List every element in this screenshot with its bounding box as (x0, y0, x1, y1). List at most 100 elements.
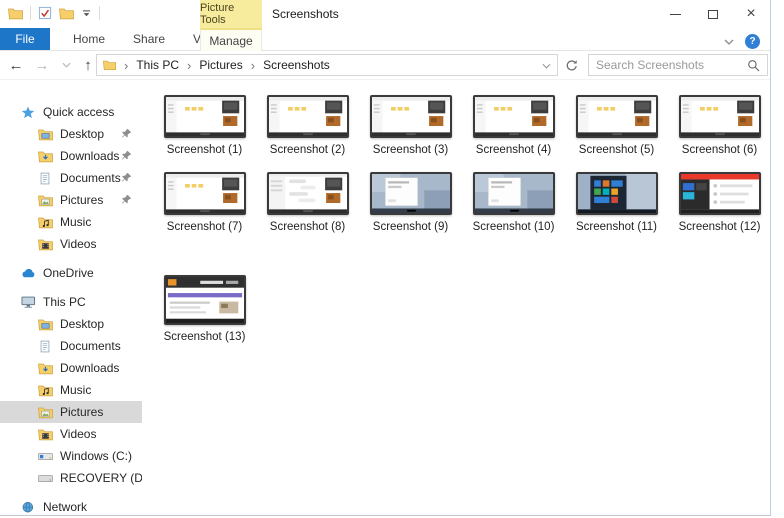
sidebar-section-onedrive[interactable]: OneDrive (0, 262, 142, 284)
sidebar-item-downloads[interactable]: Downloads (0, 357, 142, 379)
recent-locations-chevron-icon[interactable] (54, 52, 78, 78)
back-button[interactable]: ← (4, 52, 28, 78)
toolbar-separator (30, 6, 31, 20)
file-item-screenshot-3-[interactable]: Screenshot (3) (359, 95, 462, 156)
file-thumbnail (473, 172, 555, 215)
sidebar-item-music[interactable]: Music (0, 211, 142, 233)
file-item-screenshot-13-[interactable]: Screenshot (13) (153, 275, 256, 343)
collapse-ribbon-icon[interactable] (724, 32, 734, 50)
breadcrumb-separator: › (245, 58, 261, 73)
refresh-icon (565, 59, 578, 72)
folder-videos-icon (38, 427, 54, 442)
sidebar-item-downloads[interactable]: Downloads (0, 145, 142, 167)
sidebar-section-network[interactable]: Network (0, 496, 142, 515)
minimize-button[interactable] (656, 0, 694, 28)
file-item-screenshot-5-[interactable]: Screenshot (5) (565, 95, 668, 156)
breadcrumb-segment-screenshots[interactable]: Screenshots (261, 58, 332, 72)
breadcrumb-segment-this-pc[interactable]: This PC (134, 58, 181, 72)
file-label: Screenshot (10) (473, 221, 555, 233)
properties-check-icon[interactable] (38, 6, 52, 20)
sidebar-item-documents[interactable]: Documents (0, 167, 142, 189)
tab-file[interactable]: File (0, 28, 50, 50)
file-item-screenshot-7-[interactable]: Screenshot (7) (153, 172, 256, 233)
window-title: Screenshots (272, 7, 339, 21)
file-label: Screenshot (6) (682, 144, 757, 156)
folder-desktop-icon (38, 127, 54, 142)
sidebar-section-label: Network (43, 500, 87, 514)
explorer-folder-icon[interactable] (8, 7, 23, 20)
file-item-screenshot-12-[interactable]: Screenshot (12) (668, 172, 770, 233)
pin-icon (121, 128, 133, 140)
sidebar-section-quick-access[interactable]: Quick access (0, 101, 142, 123)
sidebar-section-this-pc[interactable]: This PC (0, 291, 142, 313)
navigation-pane: Quick access Desktop Downloads Documents Pic… (0, 80, 142, 515)
drive-windows-icon (38, 449, 54, 464)
customize-arrow-icon[interactable] (81, 9, 92, 18)
refresh-button[interactable] (562, 56, 580, 74)
file-item-screenshot-2-[interactable]: Screenshot (2) (256, 95, 359, 156)
file-grid-row: Screenshot (7) Screenshot (8) Screenshot… (142, 172, 770, 233)
sidebar-item-pictures[interactable]: Pictures (0, 189, 142, 211)
file-thumbnail (370, 172, 452, 215)
toolbar-separator (99, 6, 100, 20)
sidebar-item-label: Music (60, 383, 91, 397)
sidebar-item-videos[interactable]: Videos (0, 423, 142, 445)
search-input[interactable] (596, 58, 747, 72)
drive-icon (38, 471, 54, 486)
maximize-button[interactable] (694, 0, 732, 28)
folder-icon (103, 59, 116, 71)
tab-manage[interactable]: Manage (200, 28, 262, 51)
folder-pictures-icon (38, 193, 54, 208)
file-item-screenshot-9-[interactable]: Screenshot (9) (359, 172, 462, 233)
folder-downloads-icon (38, 149, 54, 164)
sidebar-item-label: Desktop (60, 127, 104, 141)
sidebar-item-label: Desktop (60, 317, 104, 331)
sidebar-item-label: Documents (60, 171, 121, 185)
file-label: Screenshot (5) (579, 144, 654, 156)
file-item-screenshot-1-[interactable]: Screenshot (1) (153, 95, 256, 156)
new-folder-icon[interactable] (59, 7, 74, 20)
file-thumbnail (164, 275, 246, 325)
sidebar-item-music[interactable]: Music (0, 379, 142, 401)
tab-home[interactable]: Home (59, 28, 119, 50)
document-icon (38, 339, 54, 354)
picture-tools-chip[interactable]: Picture Tools (200, 0, 262, 28)
sidebar-item-windows-c-[interactable]: Windows (C:) (0, 445, 142, 467)
network-icon (21, 500, 37, 515)
address-bar[interactable]: ›This PC›Pictures›Screenshots (96, 54, 558, 76)
help-icon[interactable]: ? (745, 34, 760, 49)
file-item-screenshot-4-[interactable]: Screenshot (4) (462, 95, 565, 156)
tab-share[interactable]: Share (119, 28, 179, 50)
file-label: Screenshot (1) (167, 144, 242, 156)
file-grid-row: Screenshot (1) Screenshot (2) Screenshot… (142, 95, 770, 156)
sidebar-item-pictures[interactable]: Pictures (0, 401, 142, 423)
quick-access-toolbar (8, 6, 100, 20)
file-item-screenshot-6-[interactable]: Screenshot (6) (668, 95, 770, 156)
breadcrumb-segment-pictures[interactable]: Pictures (197, 58, 244, 72)
sidebar-item-desktop[interactable]: Desktop (0, 123, 142, 145)
sidebar-section-label: OneDrive (43, 266, 94, 280)
magnifier-icon (747, 59, 760, 72)
maximize-icon (708, 10, 718, 19)
sidebar-item-label: Documents (60, 339, 121, 353)
sidebar-item-recovery-d-[interactable]: RECOVERY (D:) (0, 467, 142, 489)
folder-pictures-icon (38, 405, 54, 420)
file-item-screenshot-8-[interactable]: Screenshot (8) (256, 172, 359, 233)
sidebar-item-desktop[interactable]: Desktop (0, 313, 142, 335)
file-thumbnail (267, 95, 349, 138)
sidebar-item-documents[interactable]: Documents (0, 335, 142, 357)
address-dropdown-chevron-icon[interactable] (542, 58, 551, 72)
close-button[interactable]: × (732, 0, 770, 28)
sidebar-item-label: Music (60, 215, 91, 229)
file-thumbnail (576, 172, 658, 215)
folder-videos-icon (38, 237, 54, 252)
sidebar-item-videos[interactable]: Videos (0, 233, 142, 255)
breadcrumb-separator: › (181, 58, 197, 73)
file-item-screenshot-11-[interactable]: Screenshot (11) (565, 172, 668, 233)
folder-desktop-icon (38, 317, 54, 332)
file-list-area[interactable]: Screenshot (1) Screenshot (2) Screenshot… (142, 80, 770, 515)
sidebar-item-label: Windows (C:) (60, 449, 132, 463)
file-item-screenshot-10-[interactable]: Screenshot (10) (462, 172, 565, 233)
sidebar-item-label: Downloads (60, 149, 119, 163)
forward-button[interactable]: → (30, 52, 54, 78)
